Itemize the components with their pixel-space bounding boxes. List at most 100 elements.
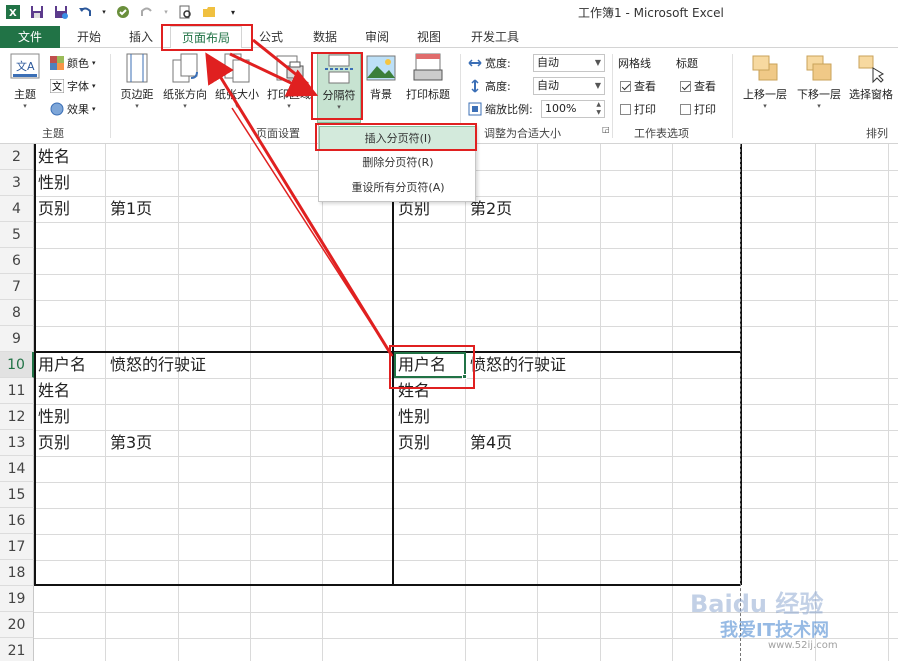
orientation-button[interactable]: 纸张方向 ▾ [160, 52, 210, 111]
height-select[interactable]: 自动 ▼ [533, 77, 605, 95]
group-label-themes: 主题 [42, 127, 64, 140]
worksheet-grid[interactable]: 2 3 4 5 6 7 8 9 10 11 12 13 14 15 16 17 … [0, 144, 898, 661]
orientation-dropdown-icon: ▾ [183, 102, 187, 110]
tab-view[interactable]: 视图 [408, 26, 450, 48]
row-header-selected[interactable]: 10 [0, 352, 34, 378]
customize-qat-icon[interactable]: ▾ [224, 3, 242, 21]
height-value: 自动 [537, 79, 559, 92]
row-header[interactable]: 6 [0, 248, 34, 274]
cell-a12[interactable]: 性别 [38, 404, 70, 430]
checkbox-checked-icon [620, 80, 631, 92]
cell-e13[interactable]: 页别 [398, 430, 430, 456]
gridlines-view-checkbox[interactable]: 查看 [620, 77, 656, 95]
tab-review[interactable]: 审阅 [356, 26, 398, 48]
remove-page-break-item[interactable]: 删除分页符(R) [319, 151, 477, 175]
scale-width-row: 宽度: [468, 54, 511, 72]
undo-icon[interactable] [76, 3, 94, 21]
size-button[interactable]: 纸张大小 ▾ [212, 52, 262, 111]
row-header[interactable]: 8 [0, 300, 34, 326]
themes-dropdown-icon: ▾ [23, 102, 27, 110]
row-header[interactable]: 14 [0, 456, 34, 482]
row-header[interactable]: 12 [0, 404, 34, 430]
tab-developer[interactable]: 开发工具 [460, 26, 530, 48]
cell-a2[interactable]: 姓名 [38, 144, 70, 170]
row-header[interactable]: 7 [0, 274, 34, 300]
cell-e12[interactable]: 性别 [398, 404, 430, 430]
row-header[interactable]: 20 [0, 612, 34, 638]
page-setup-launcher-icon[interactable]: ◲ [602, 125, 610, 134]
row-header[interactable]: 19 [0, 586, 34, 612]
theme-colors-button[interactable]: 颜色 ▾ [50, 54, 96, 72]
row-header[interactable]: 16 [0, 508, 34, 534]
cell-b13[interactable]: 第3页 [110, 430, 152, 456]
selection-pane-label: 选择窗格 [849, 88, 893, 101]
cell-f10[interactable]: 愤怒的行驶证 [470, 352, 566, 378]
reset-all-page-breaks-item[interactable]: 重设所有分页符(A) [319, 176, 477, 200]
print-area-icon [273, 52, 305, 84]
row-header[interactable]: 21 [0, 638, 34, 661]
page-area-bottom-border [34, 584, 740, 586]
window-title: 工作簿1 - Microsoft Excel [578, 6, 724, 20]
tab-insert[interactable]: 插入 [120, 26, 162, 48]
row-header[interactable]: 5 [0, 222, 34, 248]
tab-file[interactable]: 文件 [0, 26, 60, 48]
row-header[interactable]: 13 [0, 430, 34, 456]
grid-line [34, 274, 898, 275]
height-icon [471, 79, 479, 93]
print-titles-button[interactable]: 打印标题 [402, 52, 454, 102]
width-select[interactable]: 自动 ▼ [533, 54, 605, 72]
cell-b10[interactable]: 愤怒的行驶证 [110, 352, 206, 378]
tab-home[interactable]: 开始 [68, 26, 110, 48]
checkbox-unchecked-icon [620, 103, 631, 115]
tab-data[interactable]: 数据 [304, 26, 346, 48]
gridlines-print-checkbox[interactable]: 打印 [620, 100, 656, 118]
grid-line [34, 560, 898, 561]
background-button[interactable]: 背景 [364, 52, 398, 102]
row-header[interactable]: 17 [0, 534, 34, 560]
zoom-spinner[interactable]: 100% ▲ ▼ [541, 100, 605, 118]
tab-formulas[interactable]: 公式 [250, 26, 292, 48]
theme-effects-button[interactable]: 效果 ▾ [50, 100, 96, 118]
cell-a10[interactable]: 用户名 [38, 352, 86, 378]
title-bar: X ▾ ▾ ▾ 工作簿1 - Microsoft Excel [0, 0, 898, 26]
cell-f13[interactable]: 第4页 [470, 430, 512, 456]
redo-dropdown-icon[interactable]: ▾ [162, 3, 170, 21]
theme-effects-label: 效果 [67, 103, 89, 116]
row-header[interactable]: 4 [0, 196, 34, 222]
open-icon[interactable] [200, 3, 218, 21]
cell-a11[interactable]: 姓名 [38, 378, 70, 404]
row-header[interactable]: 15 [0, 482, 34, 508]
theme-fonts-button[interactable]: 文 字体 ▾ [50, 77, 96, 95]
themes-button[interactable]: 文A 主题 ▾ [6, 52, 44, 111]
row-header[interactable]: 2 [0, 144, 34, 170]
row-header[interactable]: 18 [0, 560, 34, 586]
print-titles-label: 打印标题 [406, 88, 450, 101]
save-as-icon[interactable] [52, 3, 70, 21]
undo-dropdown-icon[interactable]: ▾ [100, 3, 108, 21]
redo-icon[interactable] [138, 3, 156, 21]
print-area-button[interactable]: 打印区域 ▾ [264, 52, 314, 111]
cell-a13[interactable]: 页别 [38, 430, 70, 456]
site-url-watermark: www.52ij.com [768, 640, 838, 651]
background-label: 背景 [370, 88, 392, 101]
headings-print-checkbox[interactable]: 打印 [680, 100, 716, 118]
headings-print-label: 打印 [694, 103, 716, 116]
cell-a4[interactable]: 页别 [38, 196, 70, 222]
row-header[interactable]: 3 [0, 170, 34, 196]
macro-security-icon[interactable] [114, 3, 132, 21]
theme-fonts-label: 字体 [67, 80, 89, 93]
selection-pane-button[interactable]: 选择窗格 [846, 52, 896, 102]
cell-a3[interactable]: 性别 [38, 170, 70, 196]
group-label-sheet-options: 工作表选项 [634, 127, 689, 140]
row-header[interactable]: 11 [0, 378, 34, 404]
row-header[interactable]: 9 [0, 326, 34, 352]
margins-icon [121, 52, 153, 84]
headings-view-checkbox[interactable]: 查看 [680, 77, 716, 95]
bring-forward-button[interactable]: 上移一层 ▾ [738, 52, 792, 111]
cell-b4[interactable]: 第1页 [110, 196, 152, 222]
print-preview-icon[interactable] [176, 3, 194, 21]
save-icon[interactable] [28, 3, 46, 21]
ribbon-tab-bar: 文件 开始 插入 页面布局 公式 数据 审阅 视图 开发工具 [0, 26, 898, 48]
margins-button[interactable]: 页边距 ▾ [116, 52, 158, 111]
send-backward-button[interactable]: 下移一层 ▾ [792, 52, 846, 111]
